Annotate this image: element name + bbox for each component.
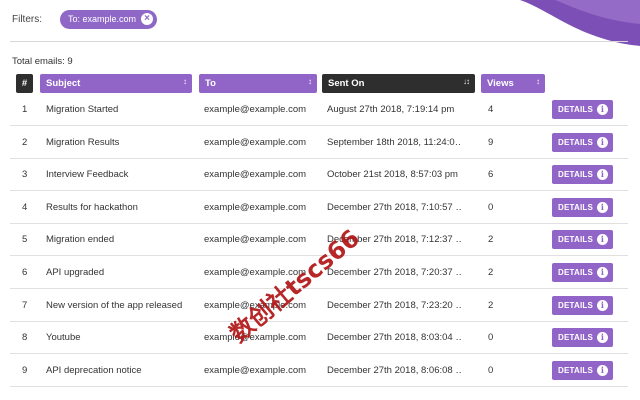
row-sent-on: December 27th 2018, 8:06:08 … <box>327 364 461 376</box>
table-row: 7 New version of the app released example@… <box>10 290 628 322</box>
row-number: 1 <box>22 104 28 115</box>
details-button[interactable]: DETAILS i <box>552 132 613 152</box>
row-subject: API deprecation notice <box>46 364 142 376</box>
row-subject: Migration Started <box>46 104 119 115</box>
divider <box>10 41 628 42</box>
row-sent-on: December 27th 2018, 7:23:20 … <box>327 299 461 311</box>
details-button-label: DETAILS <box>558 333 594 343</box>
row-to: example@example.com <box>204 104 307 115</box>
info-icon: i <box>597 364 608 376</box>
row-to: example@example.com <box>204 364 307 376</box>
row-subject: API upgraded <box>46 267 105 278</box>
column-header-num: # <box>16 74 33 93</box>
row-views: 0 <box>488 201 494 213</box>
table-row: 2 Migration Results example@example.com Sep… <box>10 127 628 159</box>
row-sent-on: September 18th 2018, 11:24:0… <box>327 136 461 148</box>
row-sent-on: December 27th 2018, 8:03:04 … <box>327 332 461 344</box>
info-icon: i <box>597 201 608 213</box>
row-sent-on: December 27th 2018, 7:10:57 … <box>327 201 461 213</box>
row-to: example@example.com <box>204 169 307 181</box>
row-to: example@example.com <box>204 136 307 148</box>
details-button[interactable]: DETAILS i <box>552 295 613 315</box>
row-number: 8 <box>22 332 28 344</box>
details-button[interactable]: DETAILS i <box>552 328 613 348</box>
details-button-label: DETAILS <box>558 170 594 180</box>
row-views: 6 <box>488 169 494 181</box>
row-number: 9 <box>22 364 28 376</box>
sort-icon[interactable]: ↕ <box>183 77 187 86</box>
table-row: 8 Youtube example@example.com December 27th… <box>10 322 628 355</box>
row-views: 4 <box>488 104 494 115</box>
sort-desc-icon[interactable]: ↓↕ <box>463 77 470 86</box>
total-emails: Total emails: 9 <box>12 56 73 67</box>
row-sent-on: October 21st 2018, 8:57:03 pm <box>327 169 458 181</box>
info-icon: i <box>597 104 608 115</box>
info-icon: i <box>597 299 608 311</box>
row-subject: New version of the app released <box>46 299 183 311</box>
row-views: 2 <box>488 299 494 311</box>
details-button-label: DETAILS <box>558 105 594 114</box>
row-views: 9 <box>488 136 494 148</box>
row-views: 2 <box>488 234 494 246</box>
column-header-subject[interactable]: Subject ↕ <box>40 74 192 93</box>
decorative-wave <box>520 0 640 46</box>
row-number: 4 <box>22 201 28 213</box>
info-icon: i <box>597 136 608 148</box>
table-row: 3 Interview Feedback example@example.com Oc… <box>10 159 628 192</box>
sort-icon[interactable]: ↕ <box>536 77 540 86</box>
filter-chip-label: To: example.com <box>68 14 137 24</box>
details-button[interactable]: DETAILS i <box>552 230 613 250</box>
row-subject: Migration ended <box>46 234 115 246</box>
details-button-label: DETAILS <box>558 300 594 310</box>
filters-label: Filters: <box>12 13 42 25</box>
column-header-views[interactable]: Views ↕ <box>481 74 545 93</box>
column-header-sent-on[interactable]: Sent On ↓↕ <box>322 74 475 93</box>
details-button-label: DETAILS <box>558 268 594 277</box>
row-views: 0 <box>488 332 494 344</box>
filters-bar: Filters: To: example.com × <box>12 9 158 29</box>
column-header-to[interactable]: To ↕ <box>199 74 317 93</box>
details-button-label: DETAILS <box>558 137 594 147</box>
details-button[interactable]: DETAILS i <box>552 165 613 185</box>
details-button[interactable]: DETAILS i <box>552 263 613 282</box>
details-button[interactable]: DETAILS i <box>552 197 613 217</box>
row-sent-on: August 27th 2018, 7:19:14 pm <box>327 104 455 115</box>
details-button-label: DETAILS <box>558 365 594 375</box>
info-icon: i <box>597 169 608 181</box>
info-icon: i <box>597 332 608 344</box>
details-button-label: DETAILS <box>558 202 594 212</box>
row-subject: Youtube <box>46 332 81 344</box>
table-row: 1 Migration Started example@example.com Aug… <box>10 94 628 126</box>
table-row: 9 API deprecation notice example@example.c… <box>10 355 628 387</box>
row-number: 7 <box>22 299 28 311</box>
row-to: example@example.com <box>204 201 307 213</box>
row-number: 3 <box>22 169 28 181</box>
table-row: 4 Results for hackathon example@example.co… <box>10 192 628 224</box>
filter-chip-to[interactable]: To: example.com × <box>60 9 158 29</box>
close-icon[interactable]: × <box>141 13 154 25</box>
row-subject: Results for hackathon <box>46 201 138 213</box>
row-subject: Interview Feedback <box>46 169 129 181</box>
row-number: 6 <box>22 267 28 278</box>
row-number: 5 <box>22 234 28 246</box>
row-number: 2 <box>22 136 28 148</box>
row-subject: Migration Results <box>46 136 120 148</box>
details-button[interactable]: DETAILS i <box>552 100 613 119</box>
sort-icon[interactable]: ↕ <box>308 77 312 86</box>
details-button-label: DETAILS <box>558 235 594 245</box>
row-views: 2 <box>488 267 494 278</box>
details-button[interactable]: DETAILS i <box>552 360 613 380</box>
info-icon: i <box>597 234 608 246</box>
info-icon: i <box>597 267 608 278</box>
row-views: 0 <box>488 364 494 376</box>
